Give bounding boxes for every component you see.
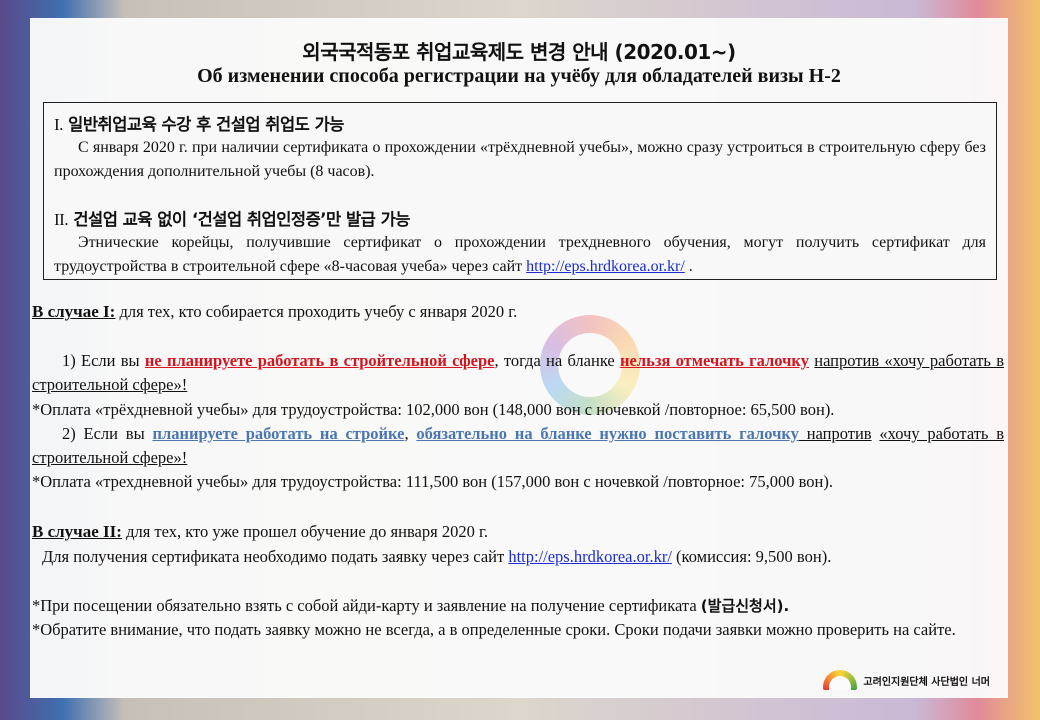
case-1-point-2: 2) Если вы планируете работать на стройк… <box>32 424 1005 467</box>
notice-card: 외국국적동포 취업교육제도 변경 안내 (2020.01~) Об измене… <box>30 18 1008 698</box>
case-1-fee-1: *Оплата «трёхдневной учебы» для трудоуст… <box>32 400 835 419</box>
title-russian: Об изменении способа регистрации на учёб… <box>197 65 841 87</box>
note-1: *При посещении обязательно взять с собой… <box>32 596 790 615</box>
case-2-text: Для получения сертификата необходимо под… <box>42 547 832 566</box>
case-2-title: В случае II: для тех, кто уже прошел обу… <box>32 522 488 541</box>
eps-link[interactable]: http://eps.hrdkorea.or.kr/ <box>526 258 685 275</box>
info-box: I. 일반취업교육 수강 후 건설업 취업도 가능 С января 2020 … <box>43 102 997 280</box>
case-1-point-1: 1) Если вы не планируете работать в стро… <box>32 351 1004 394</box>
section-2-heading: II. 건설업 교육 없이 ‘건설업 취업인정증’만 발급 가능 <box>54 210 410 229</box>
title-korean: 외국국적동포 취업교육제도 변경 안내 (2020.01~) <box>302 40 736 64</box>
section-2-text: Этнические корейцы, получившие сертифика… <box>54 234 986 275</box>
case-1-fee-2: *Оплата «трехдневной учебы» для трудоуст… <box>32 472 833 491</box>
section-1-heading: I. 일반취업교육 수강 후 건설업 취업도 가능 <box>54 115 344 134</box>
section-1-text: С января 2020 г. при наличии сертификата… <box>54 139 986 180</box>
case-1-title: В случае I: для тех, кто собирается прох… <box>32 302 518 321</box>
rainbow-logo-icon <box>823 670 858 690</box>
footer-brand: 너머 고려인지원단체 사단법인 너머 <box>823 670 990 690</box>
organization-name: 고려인지원단체 사단법인 너머 <box>863 676 990 688</box>
eps-link-2[interactable]: http://eps.hrdkorea.or.kr/ <box>508 547 672 566</box>
note-2: *Обратите внимание, что подать заявку мо… <box>32 620 956 639</box>
